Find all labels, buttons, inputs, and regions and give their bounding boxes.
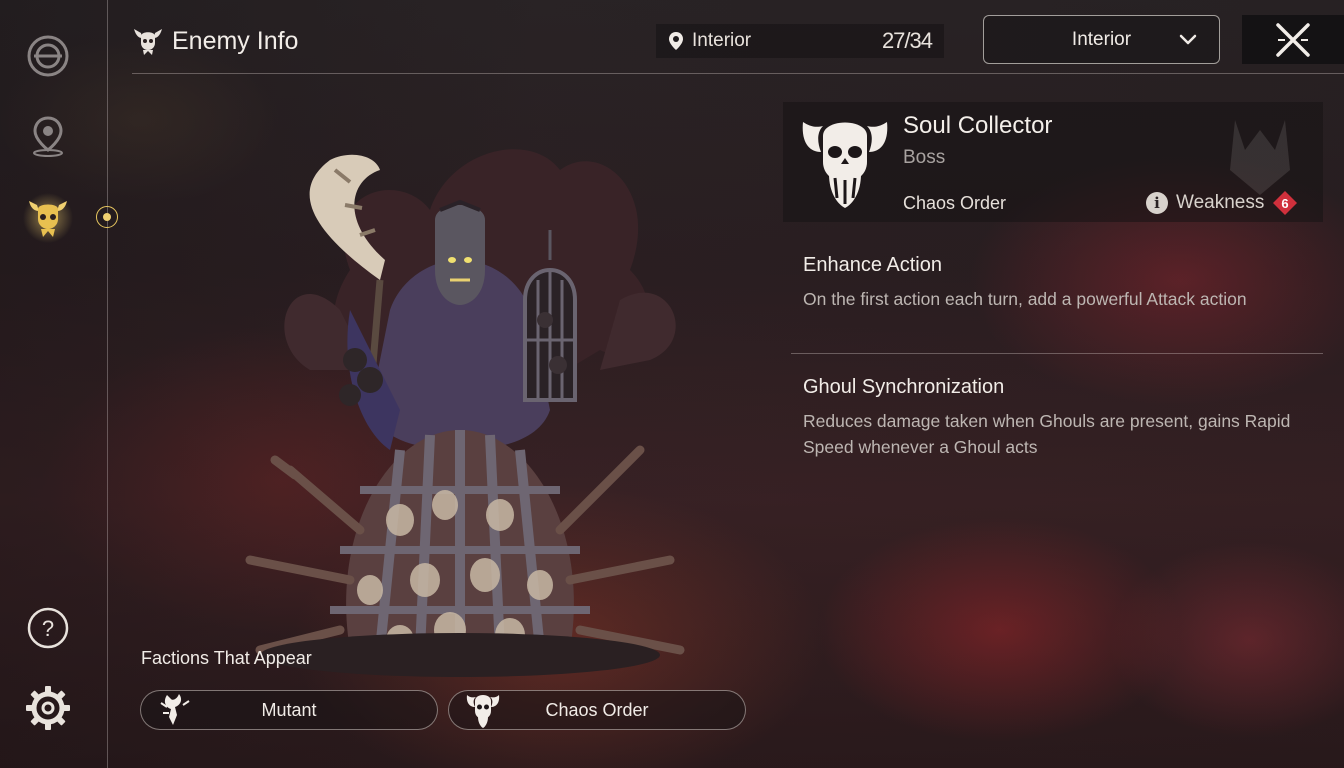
- svg-text:?: ?: [42, 616, 54, 641]
- location-pin-icon: [669, 32, 683, 50]
- skill-divider: [791, 353, 1323, 354]
- skill-ghoul-synchronization: Ghoul Synchronization Reduces damage tak…: [803, 376, 1323, 460]
- chaos-order-icon: [466, 695, 500, 728]
- enemy-name: Soul Collector: [903, 112, 1053, 139]
- sidebar-divider: [107, 0, 108, 768]
- skill-enhance-action: Enhance Action On the first action each …: [803, 254, 1323, 312]
- info-icon: i: [1146, 192, 1168, 214]
- close-button[interactable]: [1242, 15, 1344, 64]
- faction-pill-mutant[interactable]: Mutant: [140, 690, 438, 730]
- chevron-down-icon: [1179, 34, 1197, 45]
- faction-label: Chaos Order: [545, 699, 649, 720]
- page-title: Enemy Info: [132, 22, 298, 60]
- settings-gear-icon[interactable]: [22, 682, 74, 734]
- enemy-info-icon[interactable]: [22, 192, 74, 244]
- skill-title: Enhance Action: [803, 254, 942, 276]
- area-dropdown[interactable]: Interior: [983, 15, 1220, 64]
- header-divider: [132, 73, 1344, 74]
- weakness-label: Weakness: [1176, 192, 1265, 213]
- location-indicator: Interior 27/34: [656, 24, 944, 58]
- skill-description: Reduces damage taken when Ghouls are pre…: [803, 411, 1291, 457]
- enemy-faction: Chaos Order: [903, 193, 1007, 213]
- area-dropdown-value: Interior: [1071, 28, 1132, 50]
- sidebar: ?: [0, 0, 108, 768]
- chaos-order-skull-icon: [802, 122, 888, 208]
- location-label: Interior: [692, 30, 752, 51]
- skill-description: On the first action each turn, add a pow…: [803, 289, 1247, 309]
- weakness-info[interactable]: i Weakness 6: [1146, 190, 1298, 216]
- factions-title: Factions That Appear: [141, 648, 312, 668]
- mutant-icon: [160, 694, 190, 725]
- page-title-text: Enemy Info: [172, 26, 299, 55]
- enemy-artwork: [245, 149, 685, 677]
- map-pin-icon[interactable]: [22, 110, 74, 162]
- faction-label: Mutant: [261, 699, 317, 720]
- faction-pill-chaos-order[interactable]: Chaos Order: [448, 690, 746, 730]
- weakness-badge-icon: 6: [1273, 191, 1298, 215]
- active-indicator: [96, 206, 118, 228]
- location-count: 27/34: [881, 28, 933, 53]
- enemy-rank: Boss: [903, 147, 946, 168]
- skill-title: Ghoul Synchronization: [803, 376, 1005, 398]
- weakness-value: 6: [1282, 196, 1289, 211]
- help-icon[interactable]: ?: [22, 602, 74, 654]
- enemy-skull-icon: [134, 29, 162, 55]
- faction-emblem-icon[interactable]: [22, 30, 74, 82]
- faded-emblem-icon: [1230, 120, 1290, 195]
- close-icon: [1276, 22, 1310, 57]
